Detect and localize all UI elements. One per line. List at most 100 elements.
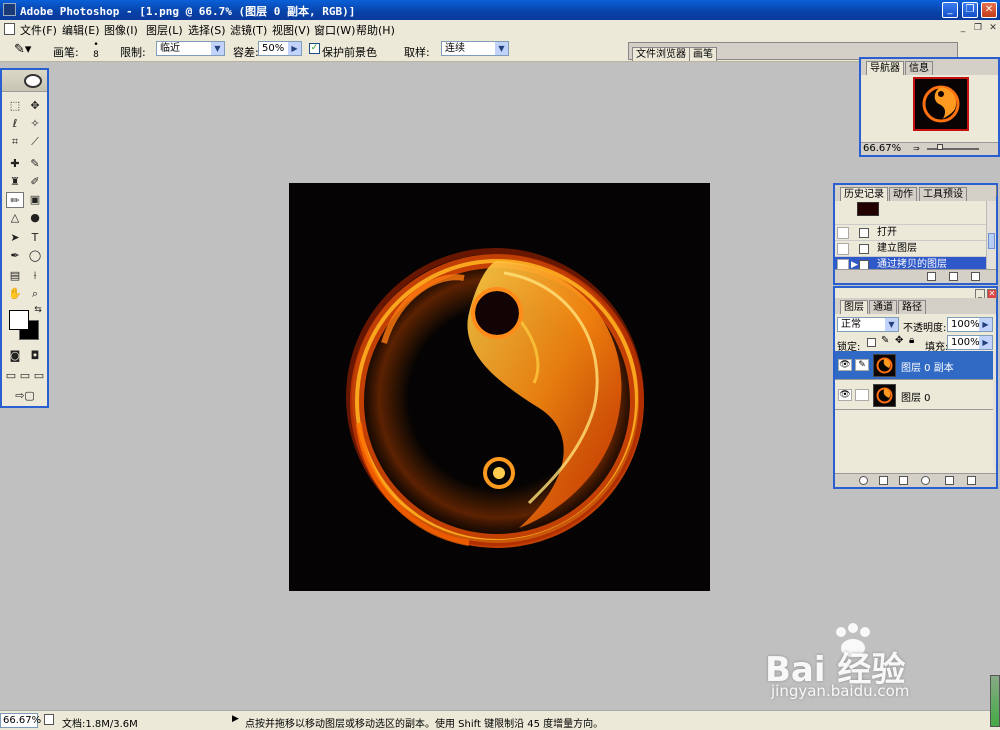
menu-help[interactable]: 帮助(H)	[356, 22, 395, 38]
new-layer-icon[interactable]	[945, 476, 954, 485]
eye-icon[interactable]: 👁︎	[838, 359, 852, 371]
menu-edit[interactable]: 编辑(E)	[62, 22, 100, 38]
magic-wand-tool-icon[interactable]: ✧	[26, 116, 44, 132]
standard-screen-mode-icon[interactable]: ▭	[4, 368, 18, 384]
zoom-tool-icon[interactable]: ⌕	[26, 286, 44, 302]
path-selection-tool-icon[interactable]: ➤	[6, 230, 24, 246]
history-snapshot-row[interactable]	[835, 201, 987, 225]
tab-channels[interactable]: 通道	[869, 300, 897, 314]
menu-image[interactable]: 图像(I)	[104, 22, 138, 38]
status-arrow-icon[interactable]: ▶	[232, 714, 239, 724]
layers-scrollbar[interactable]	[993, 351, 996, 471]
quick-mask-mode-icon[interactable]: ◘	[26, 348, 44, 364]
history-brush-tool-icon[interactable]: ✐	[26, 174, 44, 190]
menu-filter[interactable]: 滤镜(T)	[230, 22, 267, 38]
brush-picker[interactable]: • 8	[83, 40, 109, 60]
brush-link-icon[interactable]	[855, 389, 869, 401]
layer-mask-icon[interactable]	[879, 476, 888, 485]
slice-tool-icon[interactable]: ⟋	[26, 134, 44, 150]
trash-icon[interactable]	[971, 272, 980, 281]
protect-foreground-checkbox[interactable]: ✓	[309, 43, 320, 54]
document-info[interactable]: 文档:1.8M/3.6M	[62, 715, 138, 730]
background-eraser-tool-icon[interactable]: ✏	[6, 192, 24, 208]
document-status-icon[interactable]	[44, 714, 54, 725]
navigator-zoom[interactable]: 66.67%	[863, 143, 901, 154]
type-tool-icon[interactable]: T	[26, 230, 44, 246]
document-canvas[interactable]	[289, 183, 710, 591]
pen-tool-icon[interactable]: ✒	[6, 248, 24, 264]
tab-layers[interactable]: 图层	[840, 300, 868, 314]
brush-tool-icon[interactable]: ✎	[26, 156, 44, 172]
layer-style-icon[interactable]	[859, 476, 868, 485]
tab-navigator[interactable]: 导航器	[866, 61, 904, 75]
lock-position-icon[interactable]: ✥	[895, 335, 903, 346]
trash-icon[interactable]	[967, 476, 976, 485]
standard-mode-icon[interactable]: ◙	[6, 348, 24, 364]
history-scrollbar[interactable]	[986, 201, 996, 273]
history-source-box[interactable]	[837, 227, 849, 239]
tab-info[interactable]: 信息	[905, 61, 933, 75]
layer-row[interactable]: 👁︎ 图层 0	[835, 381, 993, 410]
tab-paths[interactable]: 路径	[898, 300, 926, 314]
history-item[interactable]: 打开	[835, 225, 987, 241]
menu-select[interactable]: 选择(S)	[188, 22, 226, 38]
move-tool-icon[interactable]: ✥	[26, 98, 44, 114]
resize-grip-icon[interactable]	[990, 675, 1000, 727]
history-item[interactable]: 建立图层	[835, 241, 987, 257]
full-screen-mode-icon[interactable]: ▭	[32, 368, 46, 384]
blur-tool-icon[interactable]: △	[6, 210, 24, 226]
crop-tool-icon[interactable]: ⌗	[6, 134, 24, 150]
scroll-thumb[interactable]	[988, 233, 995, 249]
menu-layer[interactable]: 图层(L)	[146, 22, 183, 38]
full-screen-menu-mode-icon[interactable]: ▭	[18, 368, 32, 384]
tool-preset-picker-icon[interactable]: ✎▾	[14, 42, 31, 57]
healing-brush-tool-icon[interactable]: ✚	[6, 156, 24, 172]
limit-dropdown[interactable]: 临近 ▼	[156, 41, 225, 56]
zoom-input[interactable]: 66.67%	[0, 713, 41, 728]
zoom-out-icon[interactable]: ⇒	[913, 144, 923, 153]
tab-history[interactable]: 历史记录	[840, 187, 888, 201]
tab-tool-presets[interactable]: 工具预设	[919, 187, 967, 201]
close-button[interactable]: ✕	[981, 2, 997, 18]
tab-file-browser[interactable]: 文件浏览器	[632, 47, 690, 61]
restore-button[interactable]: ❐	[962, 2, 978, 18]
gradient-tool-icon[interactable]: ▣	[26, 192, 44, 208]
eye-icon[interactable]: 👁︎	[838, 389, 852, 401]
zoom-slider-thumb[interactable]	[937, 144, 943, 150]
tolerance-input[interactable]: 50% ▶	[258, 41, 302, 56]
layer-row-selected[interactable]: 👁︎ ✎ 图层 0 副本	[835, 351, 993, 380]
shape-tool-icon[interactable]: ◯	[26, 248, 44, 264]
lock-image-icon[interactable]: ✎	[881, 335, 889, 346]
tab-brushes[interactable]: 画笔	[689, 47, 717, 61]
swap-colors-icon[interactable]: ⇆	[29, 302, 47, 318]
menu-file[interactable]: 文件(F)	[20, 22, 57, 38]
doc-minimize-button[interactable]: _	[956, 22, 970, 35]
clone-stamp-tool-icon[interactable]: ♜	[6, 174, 24, 190]
new-document-from-state-icon[interactable]	[927, 272, 936, 281]
doc-close-button[interactable]: ✕	[986, 22, 1000, 35]
hand-tool-icon[interactable]: ✋	[6, 286, 24, 302]
brush-link-icon[interactable]: ✎	[855, 359, 869, 371]
jump-to-imageready-icon[interactable]: ⇨▢	[6, 388, 44, 404]
marquee-tool-icon[interactable]: ⬚	[6, 98, 24, 114]
fill-input[interactable]: 100% ▶	[947, 335, 993, 350]
history-source-box[interactable]	[837, 243, 849, 255]
foreground-color-swatch[interactable]	[9, 310, 29, 330]
adjustment-layer-icon[interactable]	[921, 476, 930, 485]
lock-transparency-icon[interactable]	[867, 338, 876, 347]
dodge-tool-icon[interactable]: ●	[26, 210, 44, 226]
new-snapshot-icon[interactable]	[949, 272, 958, 281]
notes-tool-icon[interactable]: ▤	[6, 268, 24, 284]
opacity-input[interactable]: 100% ▶	[947, 317, 993, 332]
blend-mode-dropdown[interactable]: 正常 ▼	[837, 317, 899, 332]
doc-restore-button[interactable]: ❐	[971, 22, 985, 35]
menu-window[interactable]: 窗口(W)	[314, 22, 355, 38]
lasso-tool-icon[interactable]: ℓ	[6, 116, 24, 132]
tab-actions[interactable]: 动作	[889, 187, 917, 201]
new-layer-set-icon[interactable]	[899, 476, 908, 485]
sample-dropdown[interactable]: 连续 ▼	[441, 41, 509, 56]
minimize-button[interactable]: _	[942, 2, 958, 18]
menu-view[interactable]: 视图(V)	[272, 22, 310, 38]
eyedropper-tool-icon[interactable]: ⟊	[26, 268, 44, 284]
navigator-thumbnail[interactable]	[913, 77, 969, 131]
